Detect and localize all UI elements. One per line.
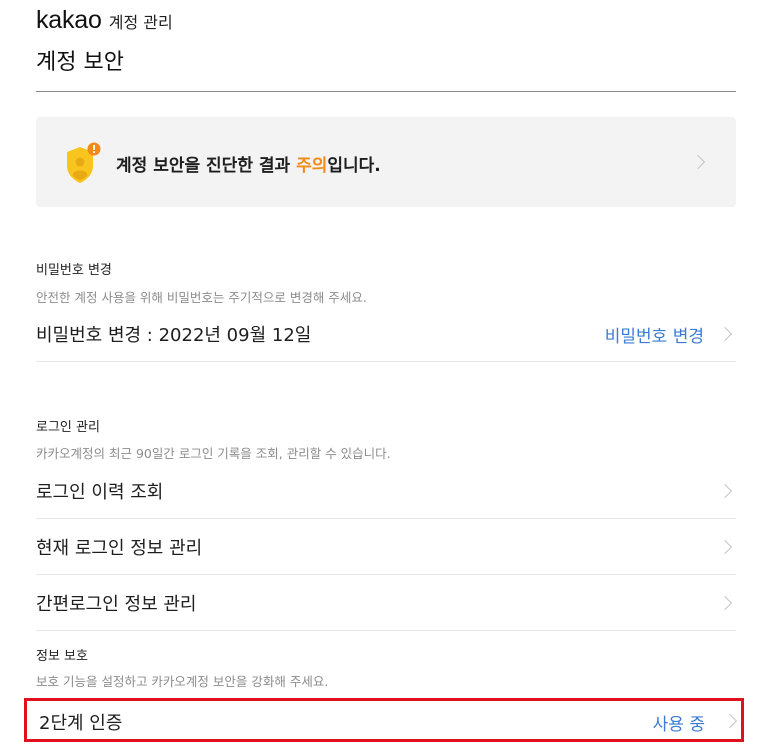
brand-subtitle: 계정 관리 [108,13,173,32]
two-factor-auth-row[interactable]: 2단계 인증 사용 중 [24,698,744,742]
header-brand: kakao 계정 관리 [36,6,173,35]
password-change-date: 비밀번호 변경 : 2022년 09월 12일 [36,325,312,346]
shield-warning-icon [67,142,101,183]
chevron-right-icon [717,595,733,611]
login-section-title: 로그인 관리 [36,420,100,435]
login-section-desc: 카카오계정의 최근 90일간 로그인 기록을 조회, 관리할 수 있습니다. [36,446,391,461]
kakao-logo[interactable]: kakao [36,6,102,35]
simple-login-label: 간편로그인 정보 관리 [36,594,197,615]
password-section-title: 비밀번호 변경 [36,263,112,278]
login-history-row[interactable]: 로그인 이력 조회 [36,463,736,519]
chevron-right-icon [717,326,733,342]
security-diagnosis-banner[interactable]: 계정 보안을 진단한 결과 주의입니다. [36,117,736,207]
row-divider [36,630,736,631]
password-change-row[interactable]: 비밀번호 변경 : 2022년 09월 12일 비밀번호 변경 [36,306,736,362]
current-login-label: 현재 로그인 정보 관리 [36,538,203,559]
current-login-row[interactable]: 현재 로그인 정보 관리 [36,519,736,575]
page-title: 계정 보안 [36,50,124,75]
two-factor-status-link[interactable]: 사용 중 [653,710,705,735]
status-warning-label: 주의 [296,156,328,176]
chevron-right-icon [717,539,733,555]
chevron-right-icon [722,713,738,729]
simple-login-row[interactable]: 간편로그인 정보 관리 [36,575,736,631]
two-factor-auth-label: 2단계 인증 [39,713,123,734]
password-change-link[interactable]: 비밀번호 변경 [605,322,704,347]
protection-section-title: 정보 보호 [36,649,88,664]
protection-section-desc: 보호 기능을 설정하고 카카오계정 보안을 강화해 주세요. [36,674,329,689]
password-section-desc: 안전한 계정 사용을 위해 비밀번호는 주기적으로 변경해 주세요. [36,290,367,305]
chevron-right-icon [717,483,733,499]
diagnosis-result-text: 계정 보안을 진단한 결과 주의입니다. [116,156,381,176]
chevron-right-icon [690,154,706,170]
row-divider [36,361,736,362]
title-divider [36,91,736,92]
login-history-label: 로그인 이력 조회 [36,482,164,503]
